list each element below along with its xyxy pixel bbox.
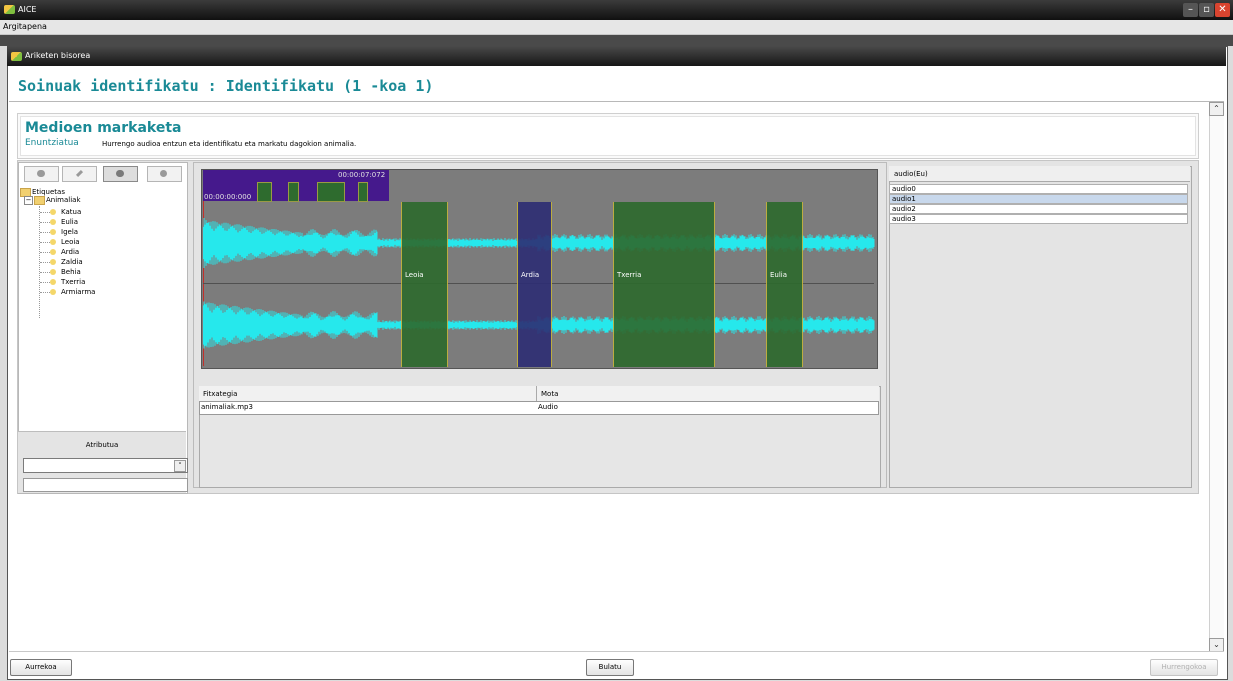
tree-item-txerria[interactable]: Txerria <box>61 278 85 286</box>
tag-leaf-icon <box>50 229 56 235</box>
region-eulia[interactable] <box>766 202 803 367</box>
tree-item-zaldia[interactable]: Zaldia <box>61 258 83 266</box>
tree-connector <box>40 262 50 264</box>
attribute-select[interactable]: ˅ <box>23 458 188 473</box>
tool-circle-icon[interactable] <box>147 166 182 182</box>
next-button[interactable]: Hurrengokoa <box>1150 659 1218 676</box>
audio-list-item[interactable]: audio3 <box>889 214 1188 224</box>
page-title: Soinuak identifikatu : Identifikatu (1 -… <box>18 77 434 95</box>
tree-item-katua[interactable]: Katua <box>61 208 81 216</box>
inner-logo-icon <box>11 52 22 61</box>
column-header-file: Fitxategia <box>203 390 238 398</box>
tree-connector <box>40 252 50 254</box>
instruction-text: Hurrengo audioa entzun eta identifikatu … <box>102 140 357 148</box>
file-table-header: Fitxategia Mota <box>199 386 879 402</box>
minimize-icon[interactable]: – <box>1183 3 1198 17</box>
tree-item-armiarma[interactable]: Armiarma <box>61 288 95 296</box>
timeline-cursor: 00:00:07:072 <box>338 171 386 179</box>
clear-button[interactable]: Bulatu <box>586 659 634 676</box>
inner-title: Ariketen bisorea <box>25 51 91 60</box>
column-header-type: Mota <box>541 390 559 398</box>
app-title: AICE <box>18 5 37 14</box>
region-ardia[interactable] <box>517 202 552 367</box>
footer-divider <box>9 651 1224 652</box>
tag-leaf-icon <box>50 289 56 295</box>
table-row[interactable]: animaliak.mp3 Audio <box>199 401 879 415</box>
chevron-down-icon[interactable]: ˅ <box>174 460 186 472</box>
audio-list-title: audio(Eu) <box>894 170 928 178</box>
statement-label: Enuntziatua <box>25 138 79 148</box>
region-txerria[interactable] <box>613 202 715 367</box>
tag-leaf-icon <box>50 259 56 265</box>
tag-leaf-icon <box>50 239 56 245</box>
close-icon[interactable]: ✕ <box>1215 3 1230 17</box>
tree-connector <box>40 292 50 294</box>
audio-list-item[interactable]: audio0 <box>889 184 1188 194</box>
audio-list-item[interactable]: audio2 <box>889 204 1188 214</box>
tree-root-label[interactable]: Etiquetas <box>32 188 65 196</box>
tree-item-igela[interactable]: Igela <box>61 228 78 236</box>
desktop-band <box>0 35 1233 46</box>
tree-group-label[interactable]: Animaliak <box>46 196 81 204</box>
region-label: Eulia <box>770 271 788 279</box>
tag-leaf-icon <box>50 279 56 285</box>
attribute-label: Atributua <box>85 441 119 449</box>
collapse-icon[interactable]: − <box>24 196 33 205</box>
section-title: Medioen markaketa <box>25 120 182 136</box>
tree-connector <box>40 242 50 244</box>
column-divider <box>536 386 537 401</box>
tag-leaf-icon <box>50 219 56 225</box>
vertical-scrollbar[interactable] <box>1209 102 1224 651</box>
cell-type: Audio <box>538 403 558 411</box>
tool-marker-icon[interactable] <box>103 166 138 182</box>
cell-filename: animaliak.mp3 <box>201 403 253 411</box>
region-leoia[interactable] <box>401 202 448 367</box>
tool-tag-icon[interactable] <box>24 166 59 182</box>
audio-list-header: audio(Eu) <box>889 166 1190 182</box>
tree-connector <box>40 212 50 214</box>
title-divider <box>9 101 1224 102</box>
folder-icon <box>34 196 45 205</box>
app-title-bar: AICE – ▫ ✕ <box>0 0 1233 20</box>
tree-item-leoia[interactable]: Leoia <box>61 238 80 246</box>
restore-icon[interactable]: ▫ <box>1199 3 1214 17</box>
region-label: Leoia <box>405 271 424 279</box>
menu-argitapena[interactable]: Argitapena <box>3 22 47 31</box>
prev-button[interactable]: Aurrekoa <box>10 659 72 676</box>
region-label: Txerria <box>617 271 642 279</box>
tree-connector <box>40 232 50 234</box>
exercise-header <box>17 113 1199 159</box>
tag-leaf-icon <box>50 269 56 275</box>
timeline-start: 00:00:00:000 <box>204 193 252 201</box>
region-label: Ardia <box>521 271 540 279</box>
app-logo-icon <box>4 5 15 14</box>
menu-bar: Argitapena <box>0 20 1233 35</box>
tree-item-eulia[interactable]: Eulia <box>61 218 78 226</box>
tree-item-behia[interactable]: Behia <box>61 268 81 276</box>
tree-connector <box>40 282 50 284</box>
scroll-up-icon[interactable]: ⌃ <box>1209 102 1224 116</box>
attribute-input[interactable] <box>23 478 188 492</box>
tool-brush-icon[interactable] <box>62 166 97 182</box>
audio-list-item[interactable]: audio1 <box>889 194 1188 204</box>
tag-leaf-icon <box>50 249 56 255</box>
tree-item-ardia[interactable]: Ardia <box>61 248 79 256</box>
scroll-down-icon[interactable]: ⌄ <box>1209 638 1224 652</box>
tag-leaf-icon <box>50 209 56 215</box>
inner-title-bar: Ariketen bisorea <box>7 46 1226 66</box>
tree-connector <box>40 222 50 224</box>
tree-connector <box>40 272 50 274</box>
